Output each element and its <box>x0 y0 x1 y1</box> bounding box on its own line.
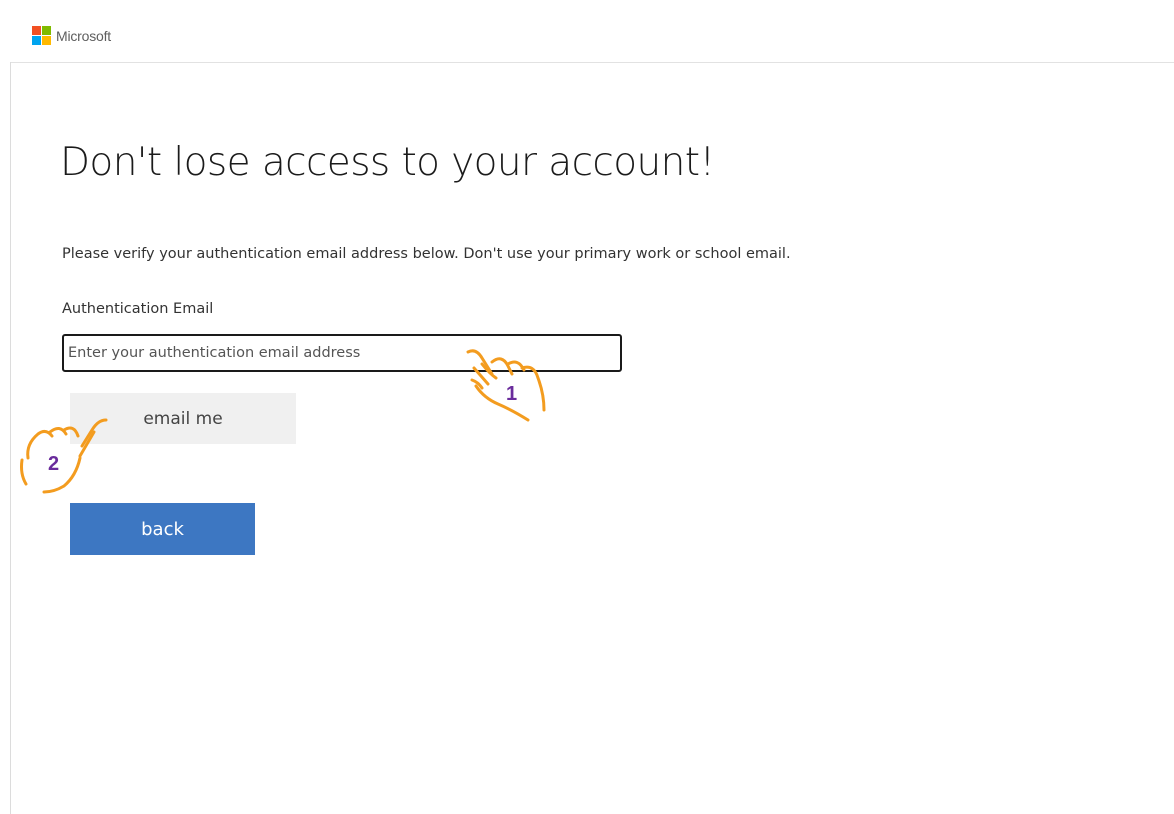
pointer-hand-icon-1: 1 <box>466 349 546 422</box>
microsoft-logo-icon <box>32 26 51 45</box>
page: Microsoft Don't lose access to your acco… <box>0 0 1174 814</box>
header-bar: Microsoft <box>10 0 1174 63</box>
authentication-email-label: Authentication Email <box>62 301 214 317</box>
page-title: Don't lose access to your account! <box>60 140 715 185</box>
left-divider <box>10 62 11 814</box>
brand: Microsoft <box>32 26 111 45</box>
brand-name: Microsoft <box>56 27 111 44</box>
step-1-number: 1 <box>506 383 517 405</box>
instructions-text: Please verify your authentication email … <box>62 246 791 262</box>
pointer-hand-icon-2: 2 <box>20 418 108 494</box>
back-button[interactable]: back <box>70 503 255 555</box>
step-2-number: 2 <box>48 453 59 475</box>
